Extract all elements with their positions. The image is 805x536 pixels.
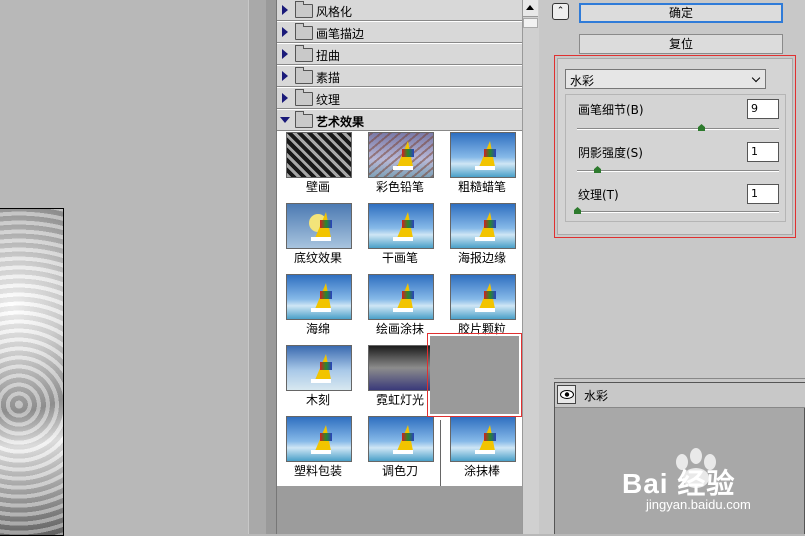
thumbnail-caption: 彩色铅笔 [375, 180, 424, 194]
thumbnail-caption: 海报边缘 [457, 251, 506, 265]
filter-thumbnail[interactable]: 涂抹棒 [441, 414, 523, 484]
preview-image[interactable] [0, 208, 64, 536]
layers-divider [554, 378, 805, 379]
category-label: 纹理 [316, 93, 341, 107]
category-label: 素描 [316, 71, 341, 85]
filter-thumbnail[interactable]: 彩色铅笔 [359, 130, 441, 200]
param-label-texture: 纹理(T) [578, 188, 619, 202]
category-row[interactable]: 素描 [277, 66, 523, 87]
column-divider [440, 420, 441, 486]
category-row[interactable]: 艺术效果 [277, 110, 523, 131]
category-row[interactable]: 风格化 [277, 0, 523, 21]
category-row[interactable]: 画笔描边 [277, 22, 523, 43]
filter-thumbnail[interactable]: 底纹效果 [277, 201, 359, 271]
thumbnail-caption: 涂抹棒 [463, 464, 500, 478]
triangle-right-icon[interactable] [282, 27, 288, 37]
thumbnail-image [450, 274, 516, 320]
thumbnail-image [450, 203, 516, 249]
thumbnail-caption: 粗糙蜡笔 [457, 180, 506, 194]
watermark-url: jingyan.baidu.com [646, 497, 751, 512]
thumbnail-image [450, 132, 516, 178]
filter-thumbnail[interactable]: 海报边缘 [441, 201, 523, 271]
triangle-down-icon[interactable] [280, 117, 290, 123]
thumbnail-image [368, 274, 434, 320]
thumbnail-caption: 壁画 [305, 180, 330, 194]
watermark-brand: Bai 经验 [622, 468, 736, 499]
selected-thumbnail-outline [427, 333, 522, 417]
brush-detail-slider[interactable] [577, 128, 779, 130]
brush-detail-input[interactable]: 9 [747, 99, 779, 119]
chevron-down-icon [751, 73, 761, 83]
thumbnail-image [368, 416, 434, 462]
thumbnail-caption: 海绵 [305, 322, 330, 336]
folder-icon [295, 67, 313, 84]
panel-separator [266, 0, 276, 534]
gallery-empty-area [276, 486, 523, 534]
category-label: 扭曲 [316, 49, 341, 63]
thumbnail-image [368, 203, 434, 249]
filter-thumbnail[interactable]: 干画笔 [359, 201, 441, 271]
filter-thumbnail[interactable]: 调色刀 [359, 414, 441, 484]
folder-icon [295, 1, 313, 18]
filter-thumbnail[interactable]: 粗糙蜡笔 [441, 130, 523, 200]
thumbnail-caption: 塑料包装 [293, 464, 342, 478]
triangle-right-icon[interactable] [282, 49, 288, 59]
filter-thumbnail[interactable]: 绘画涂抹 [359, 272, 441, 342]
filter-thumbnail[interactable]: 胶片颗粒 [441, 272, 523, 342]
filter-select-value: 水彩 [570, 74, 595, 88]
thumbnail-image [368, 132, 434, 178]
triangle-right-icon[interactable] [282, 5, 288, 15]
thumbnail-caption: 调色刀 [381, 464, 418, 478]
category-row[interactable]: 扭曲 [277, 44, 523, 65]
folder-icon [295, 45, 313, 62]
thumbnail-caption: 干画笔 [381, 251, 418, 265]
eye-icon[interactable] [557, 385, 576, 404]
thumbnail-image [368, 345, 434, 391]
filter-thumbnail[interactable]: 木刻 [277, 343, 359, 413]
shadow-intensity-slider[interactable] [577, 170, 779, 172]
gallery-scrollbar[interactable] [522, 0, 540, 534]
thumbnail-image [286, 416, 352, 462]
thumbnail-image [450, 416, 516, 462]
thumbnail-image [286, 274, 352, 320]
scroll-thumb[interactable] [523, 18, 538, 28]
thumbnail-image [286, 203, 352, 249]
thumbnail-image [286, 345, 352, 391]
scroll-up-arrow-icon[interactable] [523, 0, 538, 17]
triangle-right-icon[interactable] [282, 93, 288, 103]
param-label-shadow-intensity: 阴影强度(S) [578, 146, 643, 160]
effect-layer-name: 水彩 [584, 389, 609, 403]
triangle-right-icon[interactable] [282, 71, 288, 81]
double-chevron-up-icon[interactable]: ⌃ [552, 3, 569, 20]
filter-thumbnail[interactable]: 塑料包装 [277, 414, 359, 484]
shadow-intensity-input[interactable]: 1 [747, 142, 779, 162]
folder-icon [295, 89, 313, 106]
category-row[interactable]: 纹理 [277, 88, 523, 109]
preview-scroll-region [248, 0, 267, 534]
category-label: 画笔描边 [316, 27, 365, 41]
folder-icon [295, 111, 313, 128]
category-label: 风格化 [316, 5, 353, 19]
filter-thumbnail[interactable]: 壁画 [277, 130, 359, 200]
category-label: 艺术效果 [316, 115, 365, 129]
filter-select[interactable]: 水彩 [565, 69, 766, 89]
folder-icon [295, 23, 313, 40]
param-label-brush-detail: 画笔细节(B) [578, 103, 644, 117]
ok-button[interactable]: 确定 [579, 3, 783, 23]
texture-input[interactable]: 1 [747, 184, 779, 204]
filter-thumbnail[interactable]: 海绵 [277, 272, 359, 342]
texture-slider[interactable] [577, 211, 779, 213]
thumbnail-caption: 木刻 [305, 393, 330, 407]
thumbnail-image [286, 132, 352, 178]
reset-button[interactable]: 复位 [579, 34, 783, 54]
thumbnail-caption: 底纹效果 [293, 251, 342, 265]
